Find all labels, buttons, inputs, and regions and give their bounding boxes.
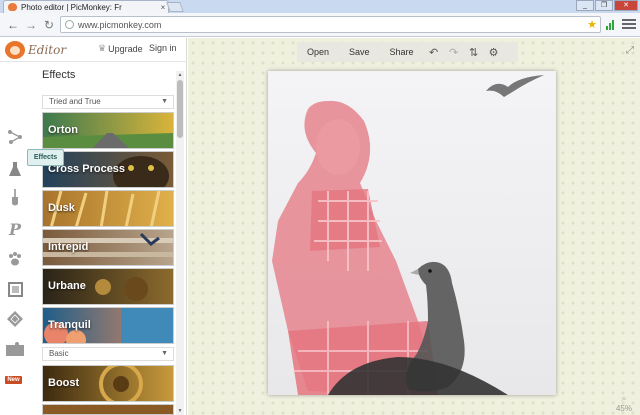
- new-badge: New: [5, 376, 22, 384]
- picmonkey-app: Editor ♛ Upgrade Sign in P New Effects E…: [0, 38, 640, 415]
- effect-label: Tranquil: [48, 319, 91, 331]
- share-button[interactable]: Share: [380, 47, 424, 57]
- effect-label: Orton: [48, 124, 78, 136]
- paw-icon[interactable]: [4, 248, 26, 270]
- layers-icon[interactable]: ⇅: [464, 46, 484, 59]
- effects-tooltip: Effects: [27, 149, 64, 166]
- gear-icon[interactable]: ⚙: [484, 46, 504, 59]
- left-panel: Editor ♛ Upgrade Sign in P New Effects E…: [0, 38, 187, 415]
- scroll-thumb[interactable]: [177, 80, 183, 138]
- new-tab-button[interactable]: [166, 2, 184, 12]
- open-button[interactable]: Open: [297, 47, 339, 57]
- effect-orton[interactable]: Orton: [42, 112, 174, 149]
- bookmark-star-icon[interactable]: ★: [587, 18, 597, 31]
- edited-photo[interactable]: [268, 71, 556, 395]
- fullscreen-icon[interactable]: ⤢: [626, 45, 634, 56]
- crown-icon: ♛: [98, 43, 107, 53]
- upgrade-link[interactable]: ♛ Upgrade: [98, 43, 143, 54]
- diamond-icon[interactable]: [4, 308, 26, 330]
- save-button[interactable]: Save: [339, 47, 380, 57]
- monkey-logo-icon: [5, 41, 25, 59]
- browser-toolbar: ← → ↻ www.picmonkey.com ★: [0, 13, 640, 37]
- url-text: www.picmonkey.com: [78, 19, 162, 30]
- undo-icon[interactable]: ↶: [424, 46, 444, 59]
- section-label: Basic: [49, 349, 69, 358]
- window-controls: _ ❐ ✕: [576, 0, 638, 11]
- menu-icon[interactable]: [622, 17, 636, 31]
- zoom-icon: ⌕: [621, 393, 627, 403]
- chevron-down-icon: ▼: [161, 350, 168, 357]
- browser-tab[interactable]: Photo editor | PicMonkey: Fr ×: [3, 0, 169, 13]
- back-arrow-icon[interactable]: ←: [4, 16, 22, 34]
- browser-tabstrip: Photo editor | PicMonkey: Fr × _ ❐ ✕: [0, 0, 640, 13]
- upgrade-label: Upgrade: [108, 43, 143, 54]
- logo-text: Editor: [28, 43, 67, 57]
- tool-rail: P New: [0, 62, 30, 415]
- reload-icon[interactable]: ↻: [40, 16, 58, 34]
- section-label: Tried and True: [49, 97, 101, 106]
- flask-icon[interactable]: [4, 158, 26, 180]
- effect-intrepid[interactable]: Intrepid: [42, 229, 174, 266]
- panel-title: Effects: [42, 69, 76, 81]
- restore-button[interactable]: ❐: [595, 0, 613, 11]
- window-close-button[interactable]: ✕: [614, 0, 638, 11]
- effect-tranquil[interactable]: Tranquil: [42, 307, 174, 344]
- brush-icon[interactable]: [4, 187, 26, 209]
- forward-arrow-icon[interactable]: →: [22, 16, 40, 34]
- picmonkey-favicon-icon: [8, 3, 17, 11]
- effect-next-partial[interactable]: [42, 404, 174, 415]
- canvas-toolbar: Open Save Share ↶ ↷ ⇅ ⚙: [297, 42, 518, 62]
- redo-icon[interactable]: ↷: [444, 46, 464, 59]
- panel-scrollbar[interactable]: ▲ ▼: [176, 71, 184, 415]
- frame-icon[interactable]: [4, 278, 26, 300]
- address-bar[interactable]: www.picmonkey.com ★: [60, 16, 601, 33]
- section-basic[interactable]: Basic ▼: [42, 347, 174, 361]
- signal-extension-icon[interactable]: [606, 19, 616, 30]
- photo-image: [268, 71, 556, 395]
- text-p-icon[interactable]: P: [4, 218, 26, 240]
- sign-in-link[interactable]: Sign in: [149, 43, 177, 53]
- section-tried-and-true[interactable]: Tried and True ▼: [42, 95, 174, 109]
- effect-label: Dusk: [48, 202, 75, 214]
- effect-boost[interactable]: Boost: [42, 365, 174, 402]
- chevron-down-icon: ▼: [161, 98, 168, 105]
- effect-label: Intrepid: [48, 241, 89, 253]
- picmonkey-logo[interactable]: Editor: [5, 41, 66, 59]
- scroll-down-arrow-icon[interactable]: ▼: [176, 407, 184, 415]
- nodes-icon[interactable]: [4, 126, 26, 148]
- page-icon: [65, 20, 74, 29]
- zoom-level: 45%: [615, 404, 632, 413]
- new-theme-icon[interactable]: [4, 338, 26, 360]
- photo-canvas-area: Open Save Share ↶ ↷ ⇅ ⚙ ⤢ ⌕ 45%: [188, 38, 640, 415]
- minimize-button[interactable]: _: [576, 0, 594, 11]
- effect-urbane[interactable]: Urbane: [42, 268, 174, 305]
- zoom-indicator[interactable]: ⌕ 45%: [616, 393, 632, 413]
- tab-title: Photo editor | PicMonkey: Fr: [21, 2, 122, 12]
- effect-label: Boost: [48, 377, 80, 389]
- scroll-up-arrow-icon[interactable]: ▲: [176, 71, 184, 79]
- effect-dusk[interactable]: Dusk: [42, 190, 174, 227]
- effect-label: Urbane: [48, 280, 86, 292]
